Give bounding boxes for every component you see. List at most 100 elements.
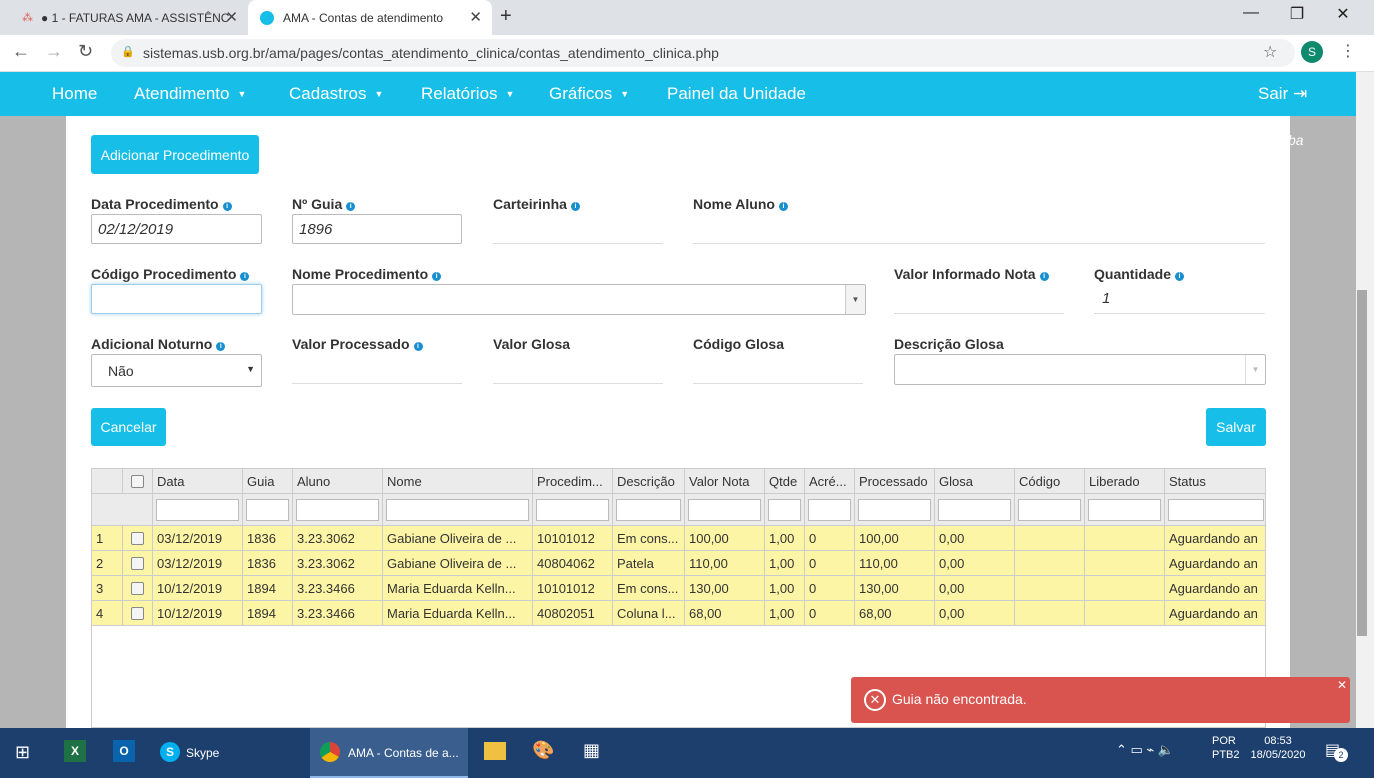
save-button[interactable]: Salvar [1206, 408, 1266, 446]
header-codigo[interactable]: Código [1015, 469, 1085, 494]
filter-nome-input[interactable] [386, 499, 529, 521]
table-row[interactable]: 1 03/12/2019 1836 3.23.3062 Gabiane Oliveira… [92, 526, 1265, 551]
table-row[interactable]: 2 03/12/2019 1836 3.23.3062 Gabiane Oliveira… [92, 551, 1265, 576]
filter-data-input[interactable] [156, 499, 239, 521]
browser-tab-active[interactable]: AMA - Contas de atendimento ✕ [248, 0, 492, 35]
dropdown-arrow-icon[interactable]: ▼ [1245, 355, 1265, 384]
scrollbar-thumb[interactable] [1357, 290, 1367, 636]
forward-icon[interactable]: → [45, 41, 63, 62]
descricao-glosa-combo[interactable]: ▼ [894, 354, 1266, 385]
table-row[interactable]: 3 10/12/2019 1894 3.23.3466 Maria Eduarda Ke… [92, 576, 1265, 601]
nome-procedimento-combo[interactable]: ▼ [292, 284, 866, 315]
toast-close-icon[interactable]: ✕ [1337, 678, 1347, 692]
valor-glosa-input[interactable] [493, 354, 663, 384]
minimize-icon[interactable]: — [1236, 4, 1266, 22]
reload-icon[interactable]: ↻ [78, 41, 93, 62]
cancel-button[interactable]: Cancelar [91, 408, 166, 446]
filter-qtde-input[interactable] [768, 499, 801, 521]
row-checkbox[interactable] [131, 532, 144, 545]
select-all-checkbox[interactable] [131, 475, 144, 488]
header-qtde[interactable]: Qtde [765, 469, 805, 494]
filter-acrescimo-input[interactable] [808, 499, 851, 521]
filter-valor-nota-input[interactable] [688, 499, 761, 521]
nome-aluno-input[interactable] [693, 214, 1265, 244]
add-procedure-button[interactable]: Adicionar Procedimento [91, 135, 259, 174]
header-aluno[interactable]: Aluno [293, 469, 383, 494]
calculator-icon[interactable]: ▦ [583, 740, 600, 761]
nav-graficos[interactable]: Gráficos ▼ [549, 84, 629, 104]
taskbar-chrome[interactable]: AMA - Contas de a... [310, 728, 468, 778]
nav-home[interactable]: Home [52, 84, 97, 104]
browser-tab-inactive[interactable]: ⁂ ● 1 - FATURAS AMA - ASSISTÊNC ✕ [0, 0, 248, 35]
row-checkbox[interactable] [131, 582, 144, 595]
filter-status-input[interactable] [1168, 499, 1264, 521]
clock[interactable]: 08:53 18/05/2020 [1248, 734, 1308, 762]
cell-acrescimo: 0 [805, 601, 855, 626]
url-bar[interactable]: 🔒 sistemas.usb.org.br/ama/pages/contas_a… [111, 39, 1295, 67]
row-checkbox[interactable] [131, 607, 144, 620]
cell-qtde: 1,00 [765, 526, 805, 551]
paint-icon[interactable]: 🎨 [532, 740, 554, 761]
filter-descricao-input[interactable] [616, 499, 681, 521]
maximize-icon[interactable]: ❐ [1282, 4, 1312, 24]
row-checkbox[interactable] [131, 557, 144, 570]
filter-processado-input[interactable] [858, 499, 931, 521]
header-acrescimo[interactable]: Acré... [805, 469, 855, 494]
outlook-icon[interactable]: O [113, 740, 135, 762]
cell-rownum: 1 [92, 526, 123, 551]
filter-liberado-input[interactable] [1088, 499, 1161, 521]
cell-procedimento: 40804062 [533, 551, 613, 576]
asana-icon: ⁂ [22, 12, 33, 24]
file-explorer-icon[interactable] [484, 742, 506, 760]
filter-aluno-input[interactable] [296, 499, 379, 521]
filter-procedimento-input[interactable] [536, 499, 609, 521]
header-processado[interactable]: Processado [855, 469, 935, 494]
nav-painel[interactable]: Painel da Unidade [667, 84, 806, 104]
filter-guia-input[interactable] [246, 499, 289, 521]
data-procedimento-input[interactable]: 02/12/2019 [91, 214, 262, 244]
nav-relatorios[interactable]: Relatórios ▼ [421, 84, 514, 104]
header-valor-nota[interactable]: Valor Nota [685, 469, 765, 494]
label-codigo-glosa: Código Glosa [693, 336, 784, 352]
cell-nome: Gabiane Oliveira de ... [383, 551, 533, 576]
nav-atendimento[interactable]: Atendimento ▼ [134, 84, 246, 104]
header-nome[interactable]: Nome [383, 469, 533, 494]
cell-codigo [1015, 526, 1085, 551]
dropdown-arrow-icon[interactable]: ▼ [845, 285, 865, 314]
logout-link[interactable]: Sair ⇥ [1258, 84, 1307, 104]
header-descricao[interactable]: Descrição [613, 469, 685, 494]
header-liberado[interactable]: Liberado [1085, 469, 1165, 494]
header-status[interactable]: Status [1165, 469, 1265, 494]
window-close-icon[interactable]: ✕ [1328, 4, 1358, 24]
valor-informado-input[interactable] [894, 284, 1064, 314]
system-tray-icons[interactable]: ⌃ ▭ ⌁ 🔈 [1116, 742, 1174, 758]
profile-avatar[interactable]: S [1301, 41, 1323, 63]
filter-glosa-input[interactable] [938, 499, 1011, 521]
header-data[interactable]: Data [153, 469, 243, 494]
nav-cadastros[interactable]: Cadastros ▼ [289, 84, 383, 104]
windows-start-icon[interactable]: ⊞ [15, 742, 30, 763]
taskbar-skype[interactable]: S Skype [154, 736, 300, 770]
close-icon[interactable]: ✕ [225, 8, 238, 26]
filter-codigo-input[interactable] [1018, 499, 1081, 521]
n-guia-input[interactable]: 1896 [292, 214, 462, 244]
codigo-procedimento-input[interactable] [91, 284, 262, 314]
header-procedimento[interactable]: Procedim... [533, 469, 613, 494]
filter-cell [383, 494, 533, 526]
table-row[interactable]: 4 10/12/2019 1894 3.23.3466 Maria Eduarda Ke… [92, 601, 1265, 626]
back-icon[interactable]: ← [12, 41, 30, 62]
new-tab-icon[interactable]: + [500, 5, 512, 28]
excel-icon[interactable]: X [64, 740, 86, 762]
star-icon[interactable]: ☆ [1263, 42, 1277, 62]
header-glosa[interactable]: Glosa [935, 469, 1015, 494]
adicional-noturno-select[interactable]: Não ▼ [91, 354, 262, 387]
valor-processado-input[interactable] [292, 354, 462, 384]
language-indicator[interactable]: POR PTB2 [1212, 734, 1240, 762]
row-checkbox-cell [123, 576, 153, 601]
menu-icon[interactable]: ⋮ [1340, 41, 1356, 61]
carteirinha-input[interactable] [493, 214, 663, 244]
close-icon[interactable]: ✕ [469, 8, 482, 26]
quantidade-input[interactable]: 1 [1094, 284, 1265, 314]
codigo-glosa-input[interactable] [693, 354, 863, 384]
header-guia[interactable]: Guia [243, 469, 293, 494]
